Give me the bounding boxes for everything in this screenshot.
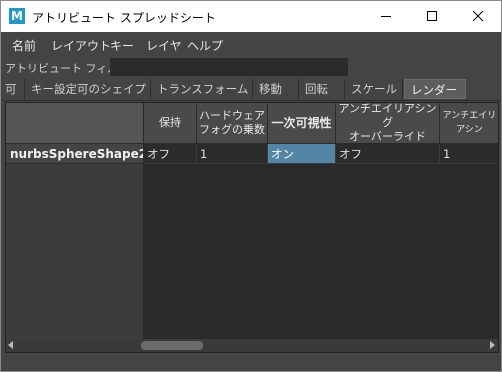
cell-primary-visibility[interactable]: オン	[268, 144, 336, 164]
column-header-antialiasing-level[interactable]: アンチエイリアシン	[440, 103, 498, 144]
maximize-button[interactable]	[409, 1, 455, 32]
attribute-filter-input[interactable]	[110, 58, 348, 76]
menu-layers[interactable]: レイヤ	[146, 37, 182, 54]
maya-app-icon: M	[9, 8, 25, 24]
attribute-spreadsheet-window: M アトリビュート スプレッドシート 名前 レイアウト キー レイヤ ヘルプ ア…	[0, 0, 502, 372]
window-title: アトリビュート スプレッドシート	[32, 11, 216, 25]
minimize-icon	[381, 16, 391, 17]
cell-antialiasing-level[interactable]: 1	[440, 144, 498, 164]
row-header-nurbsSphereShape2[interactable]: nurbsSphereShape2	[6, 144, 144, 164]
tab-transform[interactable]: トランスフォーム	[151, 79, 253, 99]
menu-layout[interactable]: レイアウト	[51, 37, 111, 54]
horizontal-scroll-thumb[interactable]	[141, 341, 203, 350]
cell-hardware-fog-multiplier[interactable]: 1	[197, 144, 268, 164]
title-bar: M アトリビュート スプレッドシート	[1, 1, 501, 32]
cell-antialiasing-override[interactable]: オフ	[336, 144, 440, 164]
row-header-pane	[6, 164, 144, 339]
tab-render[interactable]: レンダー	[404, 79, 466, 99]
maximize-icon	[427, 11, 437, 21]
tab-rotate[interactable]: 回転	[299, 79, 345, 99]
tab-translate[interactable]: 移動	[253, 79, 299, 99]
menu-help[interactable]: ヘルプ	[187, 37, 223, 54]
tab-bar: 可 キー設定可のシェイプ トランスフォーム 移動 回転 スケール レンダー	[1, 79, 501, 101]
menu-name[interactable]: 名前	[12, 37, 36, 54]
column-header-hardware-fog-multiplier[interactable]: ハードウェア フォグの乗数	[197, 103, 268, 144]
tab-keyable-shapes[interactable]: キー設定可のシェイプ	[25, 79, 151, 99]
close-icon	[473, 11, 484, 22]
menu-keys[interactable]: キー	[110, 37, 134, 54]
bottom-bar	[1, 353, 501, 371]
cell-caching[interactable]: オフ	[144, 144, 197, 164]
tab-keyable[interactable]: 可	[1, 79, 25, 99]
column-header-primary-visibility[interactable]: 一次可視性	[268, 103, 336, 144]
column-header-caching[interactable]: 保持	[144, 103, 197, 144]
menu-bar: 名前 レイアウト キー レイヤ ヘルプ	[1, 32, 501, 56]
spreadsheet-grid: 保持 ハードウェア フォグの乗数 一次可視性 アンチエイリアシング オーバーライ…	[5, 102, 499, 353]
close-button[interactable]	[455, 1, 501, 32]
attribute-filter-row: アトリビュート フィルタ:	[1, 56, 501, 79]
minimize-button[interactable]	[363, 1, 409, 32]
scroll-right-icon[interactable]	[490, 341, 496, 350]
tab-scale[interactable]: スケール	[345, 79, 403, 99]
column-header-antialiasing-override[interactable]: アンチエイリアシング オーバーライド	[336, 103, 440, 144]
scroll-left-icon[interactable]	[8, 341, 14, 350]
header-corner	[6, 103, 144, 144]
horizontal-scrollbar[interactable]	[6, 339, 498, 352]
